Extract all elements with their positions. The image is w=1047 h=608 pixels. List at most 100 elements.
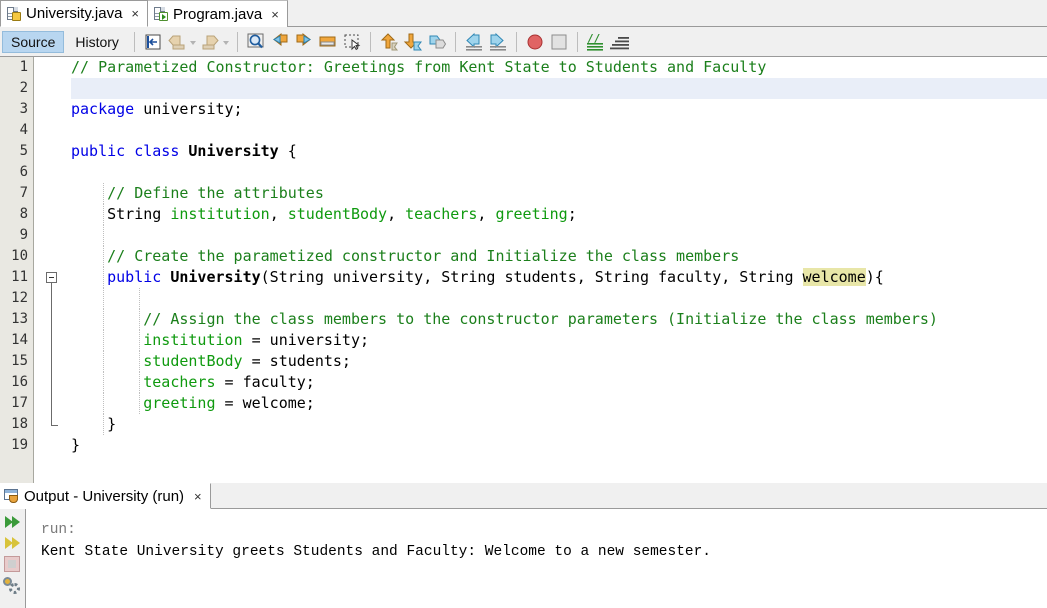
rerun-icon[interactable] xyxy=(4,534,22,552)
rectangular-selection-icon[interactable] xyxy=(341,31,363,53)
code-line[interactable]: 13 // Assign the class members to the co… xyxy=(0,309,1047,330)
code-token: // Assign the class members to the const… xyxy=(71,310,938,328)
next-bookmark-icon[interactable] xyxy=(293,31,315,53)
editor-tab-close-icon[interactable]: × xyxy=(269,7,281,22)
code-line[interactable]: 2 xyxy=(0,78,1047,99)
editor-tab-label: University.java xyxy=(26,5,123,22)
code-token: , xyxy=(477,205,496,223)
editor-tab-program-java[interactable]: Program.java × xyxy=(147,0,288,27)
code-line[interactable]: 19} xyxy=(0,435,1047,456)
line-number: 18 xyxy=(11,416,28,432)
source-editor[interactable]: 1 // Parametized Constructor: Greetings f… xyxy=(0,57,1047,483)
code-token: studentBody xyxy=(287,205,388,223)
tab-history[interactable]: History xyxy=(66,31,128,53)
code-token: University xyxy=(188,142,279,160)
code-line[interactable]: 18 } xyxy=(0,414,1047,435)
code-line[interactable]: 16 teachers = faculty; xyxy=(0,372,1047,393)
code-line[interactable]: 12 xyxy=(0,288,1047,309)
code-line[interactable]: 6 xyxy=(0,162,1047,183)
shift-line-right-icon[interactable] xyxy=(487,31,509,53)
code-text: public class University { xyxy=(71,141,1047,162)
code-token: package xyxy=(71,100,135,118)
code-line[interactable]: 4 xyxy=(0,120,1047,141)
code-token: = students; xyxy=(242,352,351,370)
output-tab-close-icon[interactable]: × xyxy=(192,489,204,504)
shift-line-up-icon[interactable] xyxy=(378,31,400,53)
netbeans-ide-window: University.java × Program.java × Source His… xyxy=(0,0,1047,608)
uncomment-lines-icon[interactable] xyxy=(609,31,631,53)
code-line[interactable]: 17 greeting = welcome; xyxy=(0,393,1047,414)
code-text: // Create the parametized constructor an… xyxy=(71,246,1047,267)
code-text: package university; xyxy=(71,99,1047,120)
toggle-breakpoint-icon[interactable] xyxy=(524,31,546,53)
code-token: } xyxy=(71,436,81,454)
code-text: } xyxy=(71,414,1047,435)
shift-line-left-icon[interactable] xyxy=(463,31,485,53)
output-line: run: xyxy=(41,522,76,538)
move-element-icon[interactable] xyxy=(426,31,448,53)
code-token: } xyxy=(71,415,117,433)
editor-tab-label: Program.java xyxy=(173,5,263,23)
stop-icon[interactable] xyxy=(548,31,570,53)
navigate-forward-dropdown-icon[interactable] xyxy=(222,31,231,53)
previous-bookmark-icon[interactable] xyxy=(269,31,291,53)
code-line[interactable]: 3 package university; xyxy=(0,99,1047,120)
code-line[interactable]: 15 studentBody = students; xyxy=(0,351,1047,372)
code-token: String xyxy=(71,205,171,223)
navigate-forward-icon[interactable] xyxy=(199,31,221,53)
code-token: class xyxy=(134,142,180,160)
tab-source[interactable]: Source xyxy=(2,30,65,53)
code-line[interactable]: 8 String institution, studentBody, teach… xyxy=(0,204,1047,225)
output-tab[interactable]: Output - University (run) × xyxy=(0,483,211,509)
line-number: 8 xyxy=(19,206,28,222)
navigate-back-dropdown-icon[interactable] xyxy=(189,31,198,53)
output-text[interactable]: run: Kent State University greets Student… xyxy=(27,509,1047,608)
line-number: 10 xyxy=(11,248,28,264)
code-text: teachers = faculty; xyxy=(71,372,1047,393)
last-edit-icon[interactable] xyxy=(142,31,164,53)
code-token: // Parametized Constructor: Greetings fr… xyxy=(71,58,767,76)
toolbar-separator-2 xyxy=(236,31,238,52)
code-line[interactable]: 7 // Define the attributes xyxy=(0,183,1047,204)
toggle-bookmark-icon[interactable] xyxy=(317,31,339,53)
fold-collapse-icon[interactable] xyxy=(46,272,57,283)
code-line[interactable]: 1 // Parametized Constructor: Greetings f… xyxy=(0,57,1047,78)
stop-process-icon[interactable] xyxy=(4,556,20,572)
fold-range-end xyxy=(51,425,58,426)
code-token: public xyxy=(71,142,126,160)
navigate-back-icon[interactable] xyxy=(166,31,188,53)
code-text-area[interactable]: 1 // Parametized Constructor: Greetings f… xyxy=(0,57,1047,483)
line-number: 19 xyxy=(11,437,28,453)
code-line[interactable]: 10 // Create the parametized constructor… xyxy=(0,246,1047,267)
code-token: , xyxy=(387,205,406,223)
output-settings-icon[interactable] xyxy=(3,577,21,595)
comment-lines-icon[interactable]: // xyxy=(585,31,607,53)
code-token: teachers xyxy=(143,373,216,391)
code-token: = university; xyxy=(242,331,370,349)
code-line[interactable]: 14 institution = university; xyxy=(0,330,1047,351)
editor-toolbar: Source History // xyxy=(0,27,1047,57)
code-text: // Parametized Constructor: Greetings fr… xyxy=(71,57,1047,78)
code-line[interactable]: 11 public University(String university, … xyxy=(0,267,1047,288)
editor-tab-university-java[interactable]: University.java × xyxy=(0,0,149,27)
line-number: 14 xyxy=(11,332,28,348)
shift-line-down-icon[interactable] xyxy=(402,31,424,53)
toolbar-separator-3 xyxy=(369,31,371,52)
find-selection-icon[interactable] xyxy=(245,31,267,53)
editor-tab-close-icon[interactable]: × xyxy=(129,6,141,21)
code-line[interactable]: 5 public class University { xyxy=(0,141,1047,162)
code-token: // Create the parametized constructor an… xyxy=(71,247,740,265)
line-number: 11 xyxy=(11,269,28,285)
editor-tab-bar: University.java × Program.java × xyxy=(0,0,1047,27)
run-icon[interactable] xyxy=(4,513,22,531)
code-line[interactable]: 9 xyxy=(0,225,1047,246)
line-number: 5 xyxy=(19,143,28,159)
